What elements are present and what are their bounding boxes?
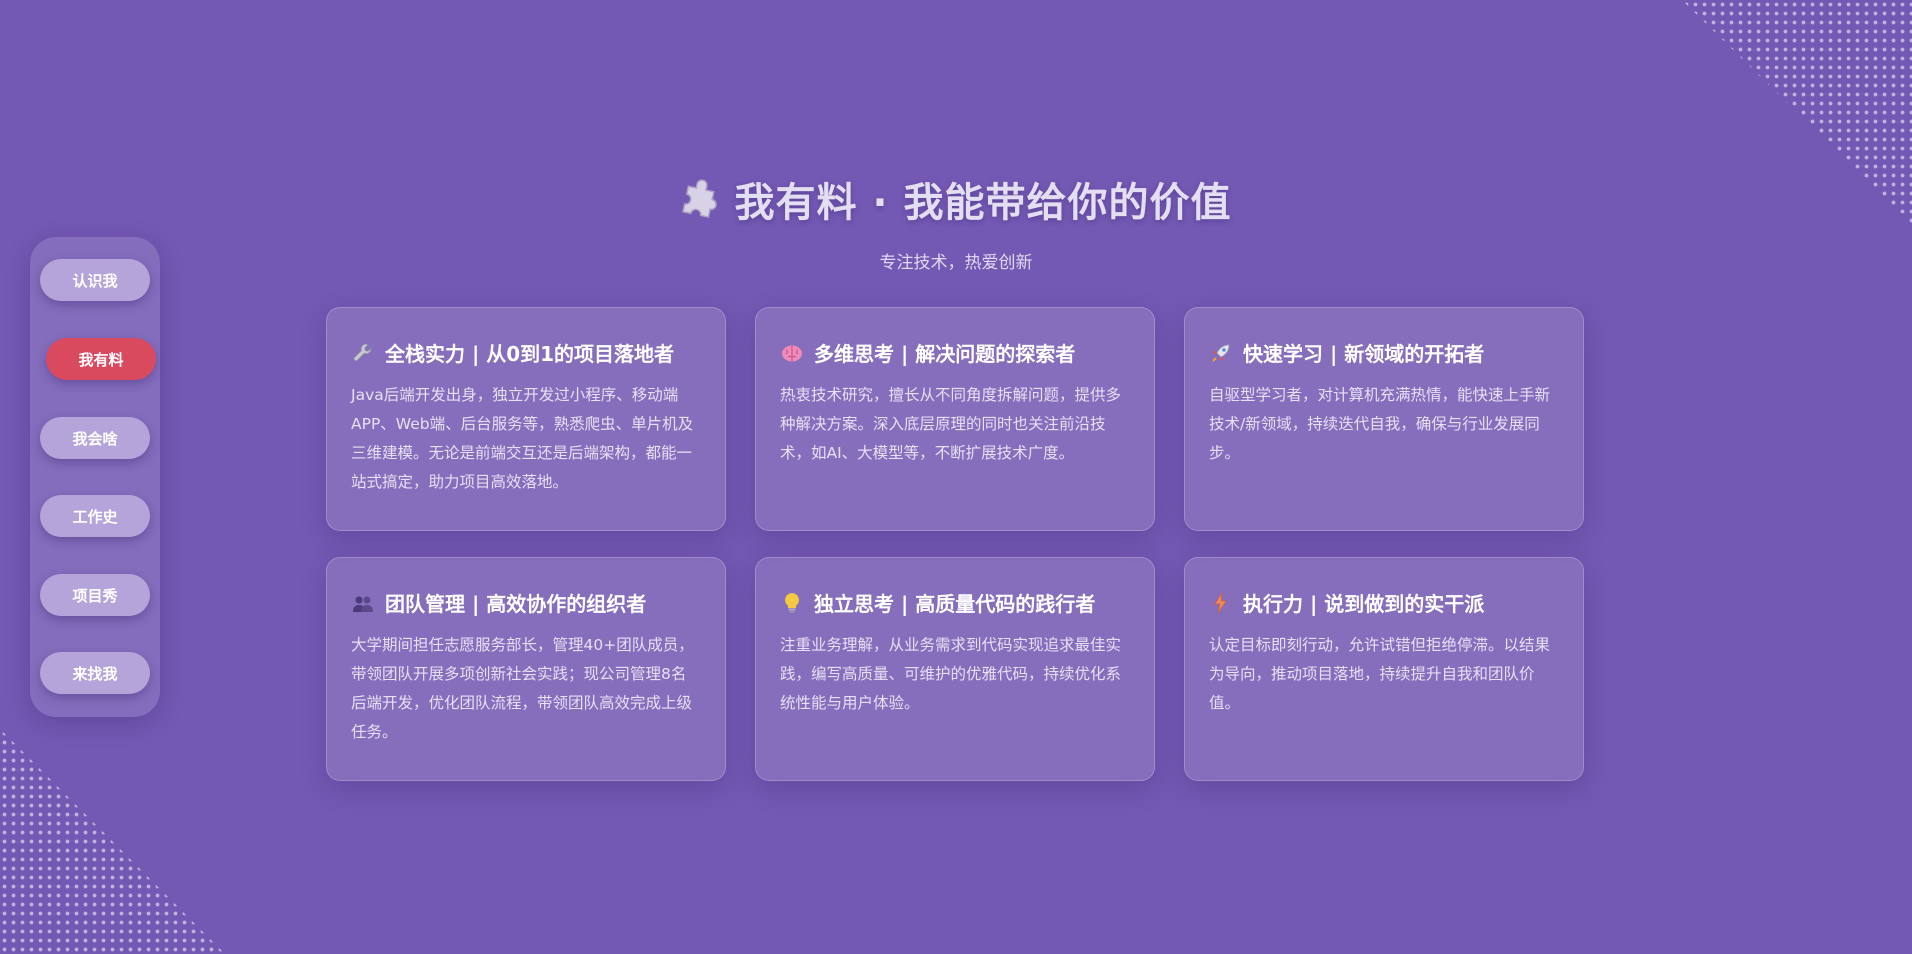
value-card-fullstack: 全栈实力 | 从0到1的项目落地者 Java后端开发出身，独立开发过小程序、移动… bbox=[326, 307, 726, 531]
value-cards: 全栈实力 | 从0到1的项目落地者 Java后端开发出身，独立开发过小程序、移动… bbox=[326, 307, 1584, 781]
card-description: 认定目标即刻行动，允许试错但拒绝停滞。以结果为导向，推动项目落地，持续提升自我和… bbox=[1209, 636, 1551, 712]
nav-item-experience[interactable]: 工作史 bbox=[40, 495, 150, 537]
nav-item-contact[interactable]: 来找我 bbox=[40, 652, 150, 694]
puzzle-piece-icon bbox=[682, 179, 718, 219]
rocket-icon bbox=[1212, 344, 1230, 362]
dot-pattern-bottom-left bbox=[0, 729, 225, 954]
lightbulb-icon bbox=[785, 592, 799, 613]
page-title: 我有料 · 我能带给你的价值 bbox=[734, 180, 1232, 226]
card-description: 热衷技术研究，擅长从不同角度拆解问题，提供多种解决方案。深入底层原理的同时也关注… bbox=[780, 386, 1122, 462]
value-card-team: 团队管理 | 高效协作的组织者 大学期间担任志愿服务部长，管理40+团队成员，带… bbox=[326, 557, 726, 781]
card-title: 独立思考 | 高质量代码的践行者 bbox=[814, 592, 1096, 616]
card-header: 多维思考 | 解决问题的探索者 bbox=[780, 338, 1130, 367]
nav-item-skills[interactable]: 我会啥 bbox=[40, 417, 150, 459]
card-description: 自驱型学习者，对计算机充满热情，能快速上手新技术/新领域，持续迭代自我，确保与行… bbox=[1209, 386, 1551, 462]
team-icon bbox=[353, 596, 373, 612]
card-title: 团队管理 | 高效协作的组织者 bbox=[385, 592, 647, 616]
card-title: 快速学习 | 新领域的开拓者 bbox=[1243, 342, 1485, 366]
card-header: 团队管理 | 高效协作的组织者 bbox=[351, 588, 701, 617]
lightning-icon bbox=[1214, 592, 1227, 613]
card-header: 执行力 | 说到做到的实干派 bbox=[1209, 588, 1559, 617]
value-card-execution: 执行力 | 说到做到的实干派 认定目标即刻行动，允许试错但拒绝停滞。以结果为导向… bbox=[1184, 557, 1584, 781]
section-header: 我有料 · 我能带给你的价值 专注技术，热爱创新 bbox=[0, 170, 1912, 273]
page-subtitle: 专注技术，热爱创新 bbox=[879, 253, 1033, 273]
value-card-thinking: 多维思考 | 解决问题的探索者 热衷技术研究，擅长从不同角度拆解问题，提供多种解… bbox=[755, 307, 1155, 531]
wrench-icon bbox=[353, 343, 372, 361]
card-title: 全栈实力 | 从0到1的项目落地者 bbox=[385, 342, 675, 366]
card-title: 执行力 | 说到做到的实干派 bbox=[1243, 592, 1485, 616]
card-description: 注重业务理解，从业务需求到代码实现追求最佳实践，编写高质量、可维护的优雅代码，持… bbox=[780, 636, 1122, 712]
brain-icon bbox=[782, 345, 802, 361]
value-card-coding: 独立思考 | 高质量代码的践行者 注重业务理解，从业务需求到代码实现追求最佳实践… bbox=[755, 557, 1155, 781]
card-header: 全栈实力 | 从0到1的项目落地者 bbox=[351, 338, 701, 367]
card-header: 独立思考 | 高质量代码的践行者 bbox=[780, 588, 1130, 617]
sidebar-nav: 认识我 我有料 我会啥 工作史 项目秀 来找我 bbox=[30, 237, 160, 717]
card-title: 多维思考 | 解决问题的探索者 bbox=[814, 342, 1076, 366]
nav-item-value[interactable]: 我有料 bbox=[46, 338, 156, 380]
card-description: Java后端开发出身，独立开发过小程序、移动端APP、Web端、后台服务等，熟悉… bbox=[351, 386, 694, 491]
title-row: 我有料 · 我能带给你的价值 bbox=[0, 170, 1912, 228]
card-header: 快速学习 | 新领域的开拓者 bbox=[1209, 338, 1559, 367]
card-description: 大学期间担任志愿服务部长，管理40+团队成员，带领团队开展多项创新社会实践；现公… bbox=[351, 636, 694, 741]
value-card-learning: 快速学习 | 新领域的开拓者 自驱型学习者，对计算机充满热情，能快速上手新技术/… bbox=[1184, 307, 1584, 531]
nav-item-projects[interactable]: 项目秀 bbox=[40, 574, 150, 616]
